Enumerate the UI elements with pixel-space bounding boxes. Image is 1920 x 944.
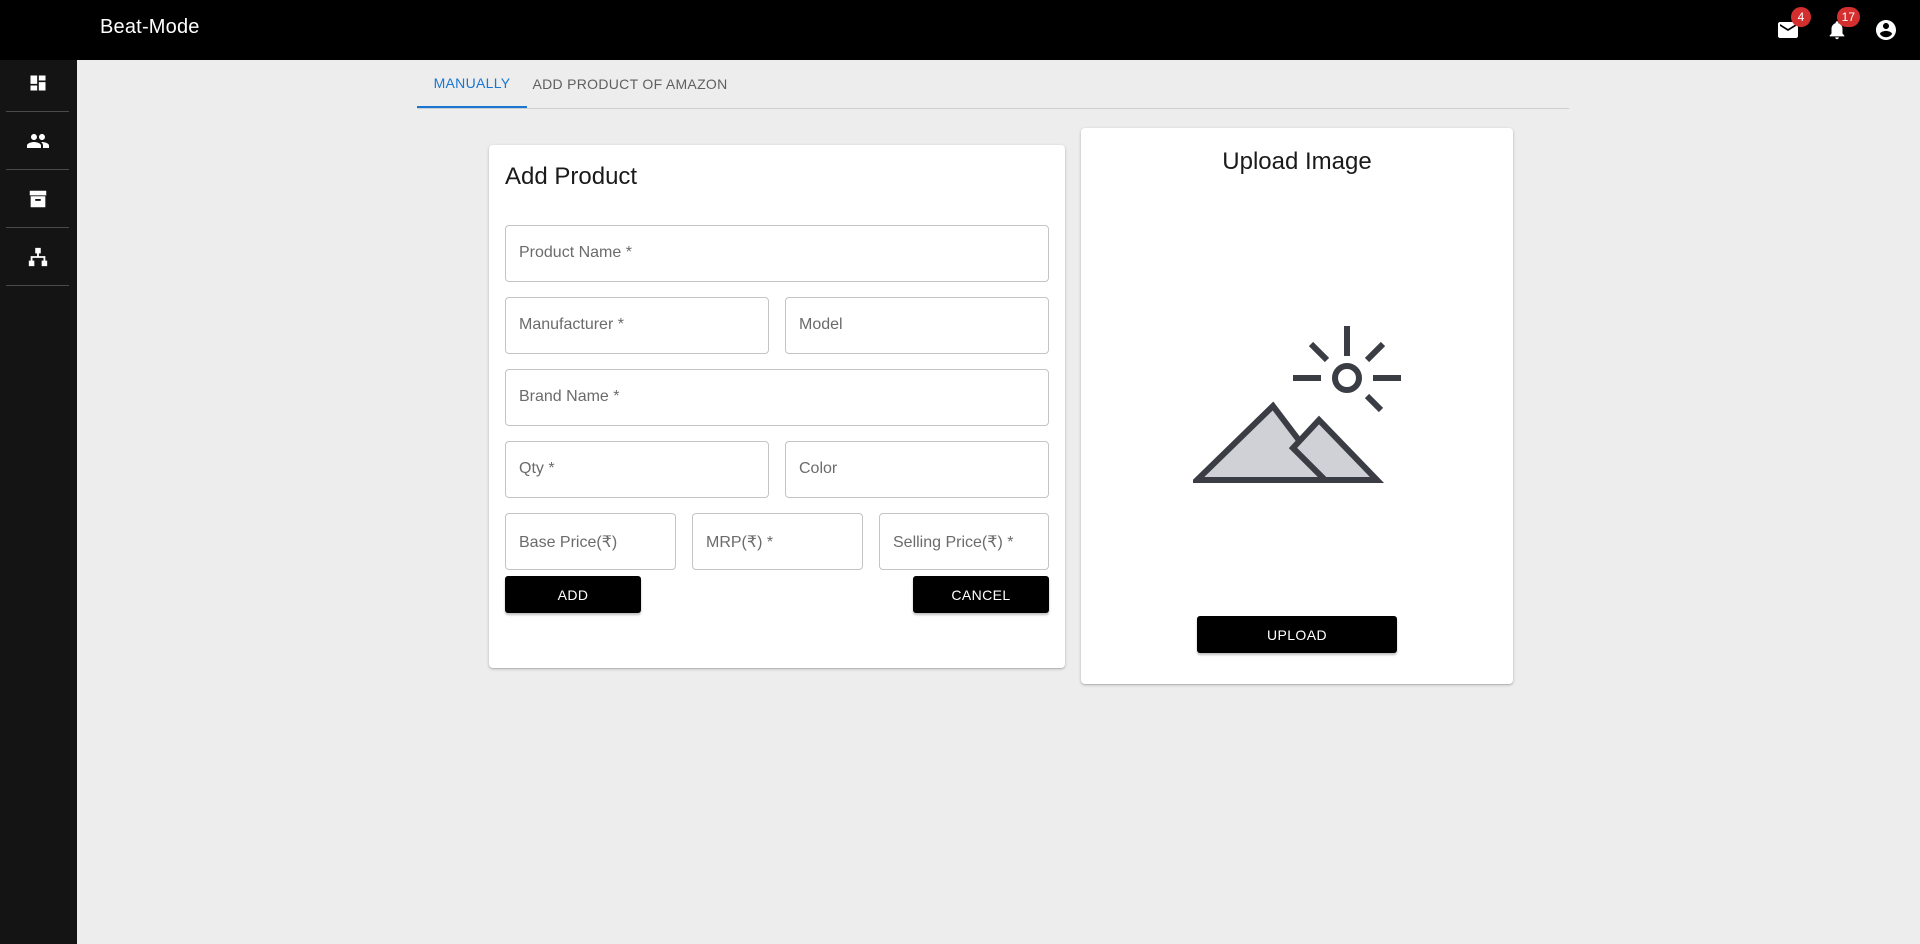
mrp-label: MRP(₹) * (706, 534, 774, 551)
qty-label: Qty * (519, 460, 555, 477)
selling-price-label: Selling Price(₹) * (893, 534, 1014, 551)
brand-name-label: Brand Name * (519, 388, 620, 405)
base-price-label: Base Price(₹) (519, 534, 618, 551)
account-button[interactable] (1870, 14, 1902, 46)
tab-manually[interactable]: MANUALLY (417, 60, 527, 108)
sidebar-item-hierarchy[interactable] (6, 228, 69, 286)
notifications-badge: 17 (1836, 7, 1860, 27)
sitemap-icon (28, 247, 47, 266)
mail-button[interactable]: 4 (1772, 7, 1811, 46)
mrp-field[interactable]: MRP(₹) * (692, 513, 863, 570)
image-placeholder-icon (1193, 326, 1401, 483)
notifications-button[interactable]: 17 (1821, 7, 1860, 46)
upload-image-card: Upload Image UPLOAD (1081, 128, 1513, 684)
tab-add-product-of-amazon[interactable]: ADD PRODUCT OF AMAZON (527, 60, 733, 108)
tab-bar: MANUALLY ADD PRODUCT OF AMAZON (417, 60, 1569, 109)
upload-button[interactable]: UPLOAD (1197, 616, 1397, 653)
model-field[interactable]: Model (785, 297, 1049, 354)
base-price-field[interactable]: Base Price(₹) (505, 513, 676, 570)
sidebar (0, 0, 77, 944)
mail-badge: 4 (1791, 7, 1811, 27)
add-button[interactable]: ADD (505, 576, 641, 613)
header-actions: 4 17 (1772, 7, 1902, 46)
cancel-button[interactable]: CANCEL (913, 576, 1049, 613)
account-circle-icon (1876, 20, 1896, 40)
model-label: Model (799, 316, 843, 333)
sidebar-item-users[interactable] (6, 112, 69, 170)
color-field[interactable]: Color (785, 441, 1049, 498)
add-product-card: Add Product Product Name * Manufacturer … (489, 145, 1065, 668)
selling-price-field[interactable]: Selling Price(₹) * (879, 513, 1049, 570)
manufacturer-label: Manufacturer * (519, 316, 624, 333)
color-label: Color (799, 460, 838, 477)
people-icon (26, 133, 49, 148)
brand-name-field[interactable]: Brand Name * (505, 369, 1049, 426)
top-app-bar: Beat-Mode 4 17 (0, 0, 1920, 60)
form-title: Add Product (505, 163, 638, 190)
sidebar-item-dashboard[interactable] (6, 54, 69, 112)
dashboard-icon (30, 75, 45, 90)
sidebar-item-products[interactable] (6, 170, 69, 228)
app-title: Beat-Mode (100, 16, 200, 38)
upload-title: Upload Image (1222, 148, 1372, 175)
product-name-field[interactable]: Product Name * (505, 225, 1049, 282)
archive-icon (29, 190, 46, 207)
product-name-label: Product Name * (519, 244, 632, 261)
manufacturer-field[interactable]: Manufacturer * (505, 297, 769, 354)
qty-field[interactable]: Qty * (505, 441, 769, 498)
